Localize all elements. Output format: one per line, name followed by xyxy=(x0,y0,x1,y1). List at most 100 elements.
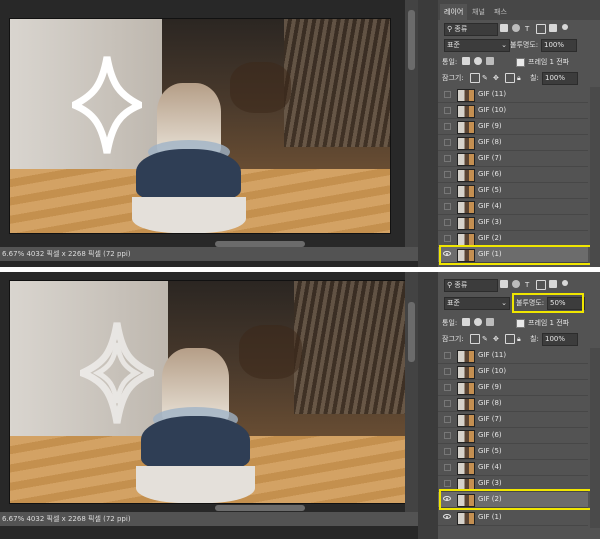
panel-scrollbar[interactable] xyxy=(590,348,600,528)
propagate-frame-checkbox[interactable] xyxy=(516,319,525,328)
unify-style-icon[interactable] xyxy=(486,57,494,65)
layer-gif-10[interactable]: GIF (10) xyxy=(438,103,588,119)
layer-gif-11[interactable]: GIF (11) xyxy=(438,87,588,103)
eye-icon[interactable] xyxy=(443,513,451,521)
opacity-input[interactable]: 100% xyxy=(541,39,577,52)
layer-gif-8[interactable]: GIF (8) xyxy=(438,135,588,151)
unify-label: 통일: xyxy=(442,319,458,327)
unify-style-icon[interactable] xyxy=(486,318,494,326)
adjustment-icon[interactable] xyxy=(512,24,520,32)
filter-toggle-icon[interactable] xyxy=(562,24,568,30)
layer-gif-8[interactable]: GIF (8) xyxy=(438,396,588,412)
scroll-thumb[interactable] xyxy=(408,302,415,362)
filter-kind-select[interactable]: ⚲ 종류 xyxy=(444,279,498,292)
eye-icon[interactable] xyxy=(443,106,451,114)
layer-gif-4[interactable]: GIF (4) xyxy=(438,199,588,215)
unify-position-icon[interactable] xyxy=(462,318,470,326)
fill-input[interactable]: 100% xyxy=(542,72,578,85)
layer-gif-5[interactable]: GIF (5) xyxy=(438,444,588,460)
adjustment-icon[interactable] xyxy=(512,280,520,288)
status-text: 6.67% 4032 픽셀 x 2268 픽셀 (72 ppi) xyxy=(2,515,131,523)
eye-icon[interactable] xyxy=(443,479,451,487)
layer-gif-4[interactable]: GIF (4) xyxy=(438,460,588,476)
filter-kind-select[interactable]: ⚲ 종류 xyxy=(444,23,498,36)
eye-icon[interactable] xyxy=(443,447,451,455)
scroll-thumb[interactable] xyxy=(408,10,415,70)
eye-icon[interactable] xyxy=(443,383,451,391)
highlight-selected-layer xyxy=(439,489,592,510)
eye-icon[interactable] xyxy=(443,154,451,162)
artboard-icon[interactable] xyxy=(505,73,515,83)
artboard-icon[interactable] xyxy=(505,334,515,344)
eye-icon[interactable] xyxy=(443,218,451,226)
eye-icon[interactable] xyxy=(443,138,451,146)
layer-gif-5[interactable]: GIF (5) xyxy=(438,183,588,199)
layer-gif-3[interactable]: GIF (3) xyxy=(438,215,588,231)
unify-row: 통일: 프레임 1 전파 xyxy=(438,55,600,69)
blend-mode-select[interactable]: 표준 ⌄ xyxy=(444,39,510,52)
layer-gif-7[interactable]: GIF (7) xyxy=(438,412,588,428)
type-icon[interactable]: T xyxy=(525,23,529,35)
layer-gif-1[interactable]: GIF (1) xyxy=(438,510,588,526)
layer-gif-7[interactable]: GIF (7) xyxy=(438,151,588,167)
tab-layers[interactable]: 레이어 xyxy=(440,4,468,20)
blend-mode-select[interactable]: 표준 ⌄ xyxy=(444,297,510,310)
layer-thumbnail xyxy=(457,430,475,443)
opacity-label: 불투명도: xyxy=(510,41,539,49)
eye-icon[interactable] xyxy=(443,122,451,130)
horizontal-scrollbar[interactable] xyxy=(215,505,305,511)
layer-gif-6[interactable]: GIF (6) xyxy=(438,167,588,183)
fill-input[interactable]: 100% xyxy=(542,333,578,346)
pixel-layer-icon[interactable] xyxy=(500,280,508,288)
smart-object-icon[interactable] xyxy=(549,280,557,288)
move-icon[interactable]: ✥ xyxy=(493,72,499,84)
unify-visibility-icon[interactable] xyxy=(474,318,482,326)
eye-icon[interactable] xyxy=(443,90,451,98)
eye-icon[interactable] xyxy=(443,431,451,439)
eye-icon[interactable] xyxy=(443,351,451,359)
lock-icon[interactable]: 🔒︎ xyxy=(517,72,521,84)
shape-icon[interactable] xyxy=(536,280,546,290)
layer-gif-11[interactable]: GIF (11) xyxy=(438,348,588,364)
pixel-layer-icon[interactable] xyxy=(500,24,508,32)
layer-thumbnail xyxy=(457,350,475,363)
lock-pixels-icon[interactable] xyxy=(470,334,480,344)
layer-name: GIF (6) xyxy=(478,170,502,178)
filter-toggle-icon[interactable] xyxy=(562,280,568,286)
lock-pixels-icon[interactable] xyxy=(470,73,480,83)
vertical-scrollbar[interactable] xyxy=(405,0,418,247)
filter-row: ⚲ 종류 T xyxy=(438,278,600,292)
brush-icon[interactable]: ✎ xyxy=(482,333,488,345)
move-icon[interactable]: ✥ xyxy=(493,333,499,345)
brush-icon[interactable]: ✎ xyxy=(482,72,488,84)
document-canvas[interactable]: 6.67% 4032 픽셀 x 2268 픽셀 (72 ppi) xyxy=(0,0,418,267)
layer-gif-10[interactable]: GIF (10) xyxy=(438,364,588,380)
fill-value: 100% xyxy=(545,335,566,343)
panel-scrollbar[interactable] xyxy=(590,87,600,267)
unify-visibility-icon[interactable] xyxy=(474,57,482,65)
unify-position-icon[interactable] xyxy=(462,57,470,65)
smart-object-icon[interactable] xyxy=(549,24,557,32)
eye-icon[interactable] xyxy=(443,463,451,471)
layer-thumbnail xyxy=(457,137,475,150)
eye-icon[interactable] xyxy=(443,415,451,423)
type-icon[interactable]: T xyxy=(525,279,529,291)
eye-icon[interactable] xyxy=(443,186,451,194)
shape-icon[interactable] xyxy=(536,24,546,34)
eye-icon[interactable] xyxy=(443,367,451,375)
lock-icon[interactable]: 🔒︎ xyxy=(517,333,521,345)
vertical-scrollbar[interactable] xyxy=(405,272,418,512)
layer-thumbnail xyxy=(457,185,475,198)
layer-gif-9[interactable]: GIF (9) xyxy=(438,380,588,396)
tab-paths[interactable]: 패스 xyxy=(490,4,511,20)
layer-gif-6[interactable]: GIF (6) xyxy=(438,428,588,444)
layer-thumbnail xyxy=(457,169,475,182)
document-canvas[interactable]: 6.67% 4032 픽셀 x 2268 픽셀 (72 ppi) xyxy=(0,272,418,539)
eye-icon[interactable] xyxy=(443,399,451,407)
tab-channels[interactable]: 채널 xyxy=(468,4,489,20)
propagate-frame-checkbox[interactable] xyxy=(516,58,525,67)
layer-gif-9[interactable]: GIF (9) xyxy=(438,119,588,135)
eye-icon[interactable] xyxy=(443,234,451,242)
eye-icon[interactable] xyxy=(443,170,451,178)
eye-icon[interactable] xyxy=(443,202,451,210)
